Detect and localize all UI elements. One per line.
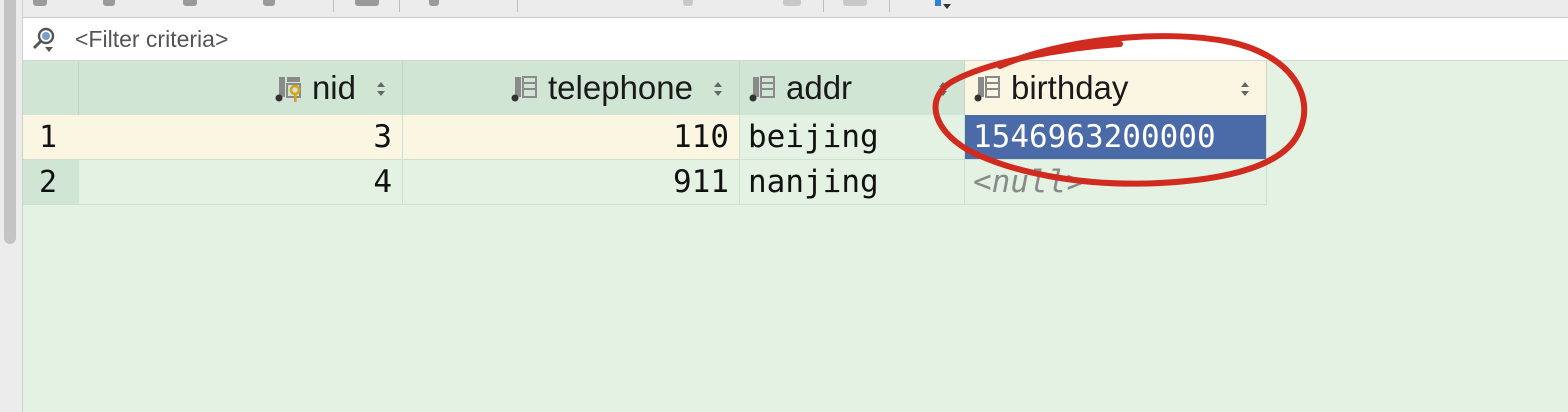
column-icon [749, 76, 775, 102]
column-header-nid[interactable]: nid [79, 61, 403, 115]
toolbar-separator [399, 0, 400, 12]
row-number-header [23, 61, 79, 115]
sort-arrows-icon[interactable] [713, 81, 723, 97]
vertical-scrollbar[interactable] [0, 0, 23, 412]
key-column-icon [275, 77, 301, 102]
sort-arrows-icon[interactable] [376, 81, 386, 97]
toolbar-separator [333, 0, 334, 12]
toolbar-button-icon[interactable] [429, 0, 439, 6]
table-cell-telephone[interactable]: 110 [403, 115, 740, 160]
column-label-telephone: telephone [548, 69, 693, 106]
toolbar-button-icon[interactable] [783, 0, 801, 6]
table-cell-nid[interactable]: 4 [79, 160, 403, 205]
filter-input[interactable]: <Filter criteria> [75, 26, 228, 53]
toolbar-separator [889, 0, 890, 12]
column-icon [511, 76, 538, 102]
table-cell-addr[interactable]: beijing [740, 115, 965, 160]
toolbar-separator [517, 0, 518, 12]
column-icon [974, 76, 1000, 102]
toolbar-button-icon[interactable] [263, 0, 275, 6]
table-cell-birthday-null[interactable]: <null> [965, 160, 1267, 205]
toolbar-button-icon[interactable] [683, 0, 693, 6]
toolbar-button-icon[interactable] [33, 0, 47, 6]
column-label-nid: nid [311, 69, 356, 106]
toolbar-button-icon[interactable] [843, 0, 867, 6]
column-header-birthday[interactable]: birthday [965, 61, 1267, 115]
column-label-addr: addr [786, 69, 853, 106]
table-cell-telephone[interactable]: 911 [403, 160, 740, 205]
dropdown-arrow-icon[interactable] [935, 0, 957, 12]
toolbar-button-icon[interactable] [183, 0, 197, 6]
row-number[interactable]: 2 [23, 160, 79, 205]
table-cell-addr[interactable]: nanjing [740, 160, 965, 205]
column-label-birthday: birthday [1011, 69, 1129, 106]
toolbar [23, 0, 1568, 18]
sort-arrows-icon[interactable] [938, 81, 948, 97]
column-header-telephone[interactable]: telephone [403, 61, 740, 115]
filter-bar[interactable]: <Filter criteria> [23, 18, 1568, 61]
toolbar-button-icon[interactable] [103, 0, 115, 6]
filter-search-icon[interactable] [31, 25, 59, 53]
toolbar-separator [823, 0, 824, 12]
table-cell-birthday-selected[interactable]: 1546963200000 [965, 115, 1267, 160]
column-header-addr[interactable]: addr [740, 61, 965, 115]
scrollbar-thumb[interactable] [4, 0, 16, 244]
table-cell-nid[interactable]: 3 [79, 115, 403, 160]
sort-arrows-icon[interactable] [1240, 81, 1250, 97]
toolbar-search-icon[interactable] [355, 0, 379, 6]
row-number[interactable]: 1 [23, 115, 79, 160]
